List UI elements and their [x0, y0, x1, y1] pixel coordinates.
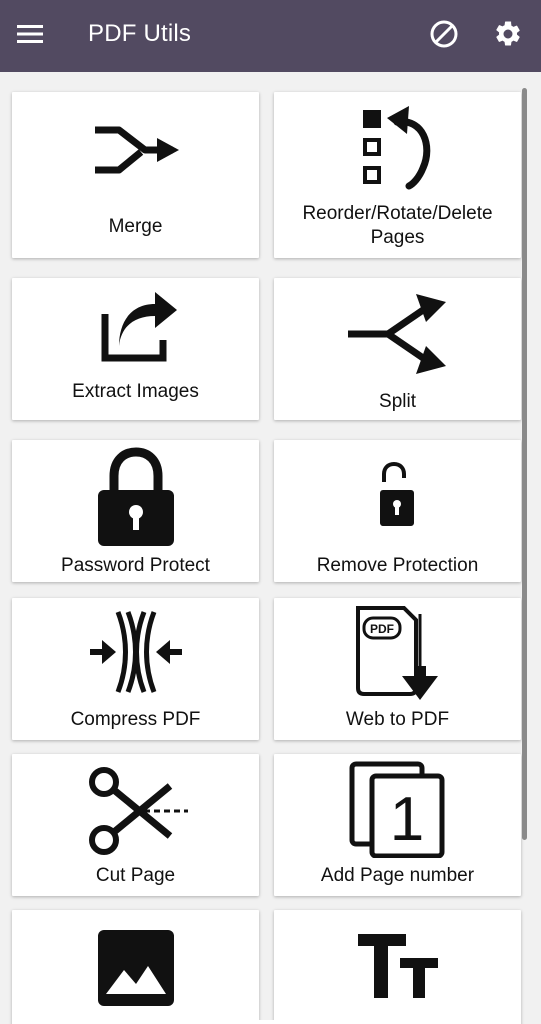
tool-card-remove-protection[interactable]: Remove Protection [274, 440, 521, 582]
tool-label: Merge [108, 216, 163, 237]
tool-card-image[interactable] [12, 910, 259, 1024]
block-button[interactable] [424, 14, 464, 54]
app-title: PDF Utils [88, 20, 192, 47]
tool-card-merge[interactable]: Merge [12, 92, 259, 258]
scrollbar[interactable] [522, 88, 527, 840]
image-icon [97, 930, 174, 1006]
text-size-icon [357, 934, 438, 998]
share-export-icon [101, 292, 177, 362]
tool-label: Web to PDF [345, 709, 450, 730]
tool-label: Password Protect [61, 555, 210, 576]
tool-card-extract-images[interactable]: Extract Images [12, 278, 259, 420]
svg-text:PDF: PDF [370, 622, 394, 636]
compress-icon [89, 611, 182, 693]
scissors-icon [88, 767, 188, 855]
tool-card-compress-pdf[interactable]: Compress PDF [12, 598, 259, 740]
page-number-icon: 1 [349, 761, 444, 858]
tool-label: Remove Protection [316, 555, 479, 576]
tool-label: Reorder/Rotate/Delete Pages [302, 203, 493, 248]
tools-grid: Merge Reorder/Rotate/Delete Pages Extrac… [0, 72, 541, 1024]
tool-card-web-to-pdf[interactable]: PDF Web to PDF [274, 598, 521, 740]
tool-card-split[interactable]: Split [274, 278, 521, 420]
tool-label: Add Page number [320, 865, 475, 886]
tool-label: Split [379, 391, 416, 412]
tool-card-text-size[interactable] [274, 910, 521, 1024]
unlock-icon [379, 462, 414, 526]
svg-text:1: 1 [389, 785, 423, 854]
tool-card-password-protect[interactable]: Password Protect [12, 440, 259, 582]
tool-label: Extract Images [72, 381, 199, 402]
block-circle-icon [430, 20, 458, 48]
bottom-edge [50, 1020, 520, 1024]
tool-card-cut-page[interactable]: Cut Page [12, 754, 259, 896]
tool-label: Compress PDF [70, 709, 201, 730]
reorder-rotate-icon [362, 106, 430, 190]
hamburger-menu-icon [17, 25, 43, 43]
app-bar: PDF Utils [0, 0, 541, 72]
lock-icon [97, 447, 174, 546]
menu-button[interactable] [10, 14, 50, 54]
tool-card-add-page-number[interactable]: 1 Add Page number [274, 754, 521, 896]
merge-arrow-icon [94, 126, 179, 174]
split-arrow-icon [347, 294, 446, 374]
tool-label: Cut Page [95, 865, 176, 886]
gear-icon [496, 21, 520, 46]
settings-button[interactable] [488, 14, 528, 54]
pdf-download-icon: PDF [355, 606, 438, 700]
tool-card-reorder[interactable]: Reorder/Rotate/Delete Pages [274, 92, 521, 258]
